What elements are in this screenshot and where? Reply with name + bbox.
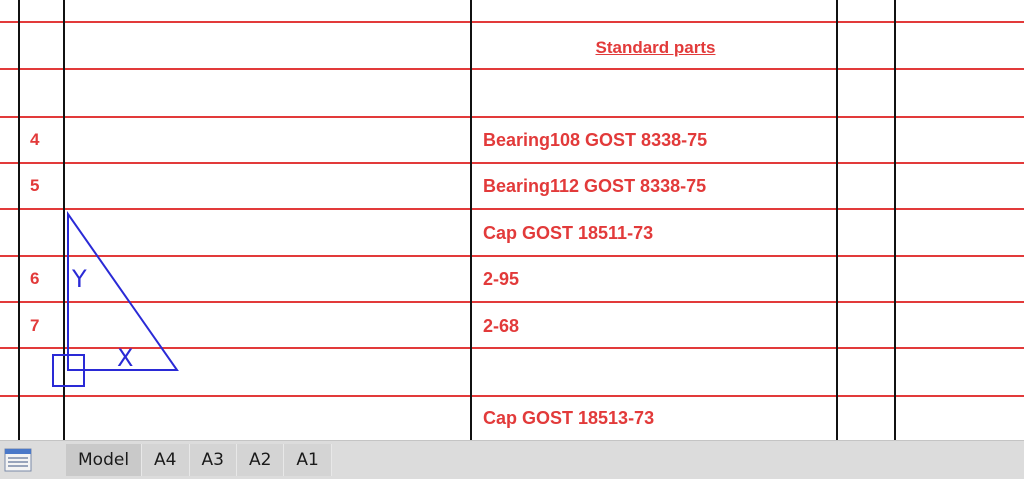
tab-a4[interactable]: A4	[142, 444, 190, 476]
ucs-icon: Y X	[52, 210, 179, 387]
row-name: Bearing108 GOST 8338-75	[483, 130, 708, 150]
tab-model[interactable]: Model	[66, 444, 143, 476]
row-name: Cap GOST 18513-73	[483, 408, 655, 428]
layout-tabs: Model A4 A3 A2 A1	[66, 444, 332, 476]
row-name: Cap GOST 18511-73	[483, 223, 654, 243]
layout-menu-icon[interactable]	[4, 447, 32, 473]
tab-a3[interactable]: A3	[189, 444, 237, 476]
section-title: Standard parts	[595, 38, 716, 57]
layout-tab-bar: Model A4 A3 A2 A1	[0, 440, 1024, 479]
drawing-canvas[interactable]: Standard parts 4 Bearing108 GOST 8338-75…	[0, 0, 1024, 440]
tab-a2[interactable]: A2	[236, 444, 285, 476]
row-name: 2-68	[483, 316, 520, 336]
tab-a1[interactable]: A1	[284, 444, 332, 476]
row-name: 2-95	[483, 269, 520, 289]
table-vline	[894, 0, 896, 440]
table-vline	[836, 0, 838, 440]
ucs-x-label: X	[117, 344, 133, 372]
ucs-y-label: Y	[71, 265, 87, 293]
row-name: Bearing112 GOST 8338-75	[483, 176, 707, 196]
table-vline	[470, 0, 472, 440]
